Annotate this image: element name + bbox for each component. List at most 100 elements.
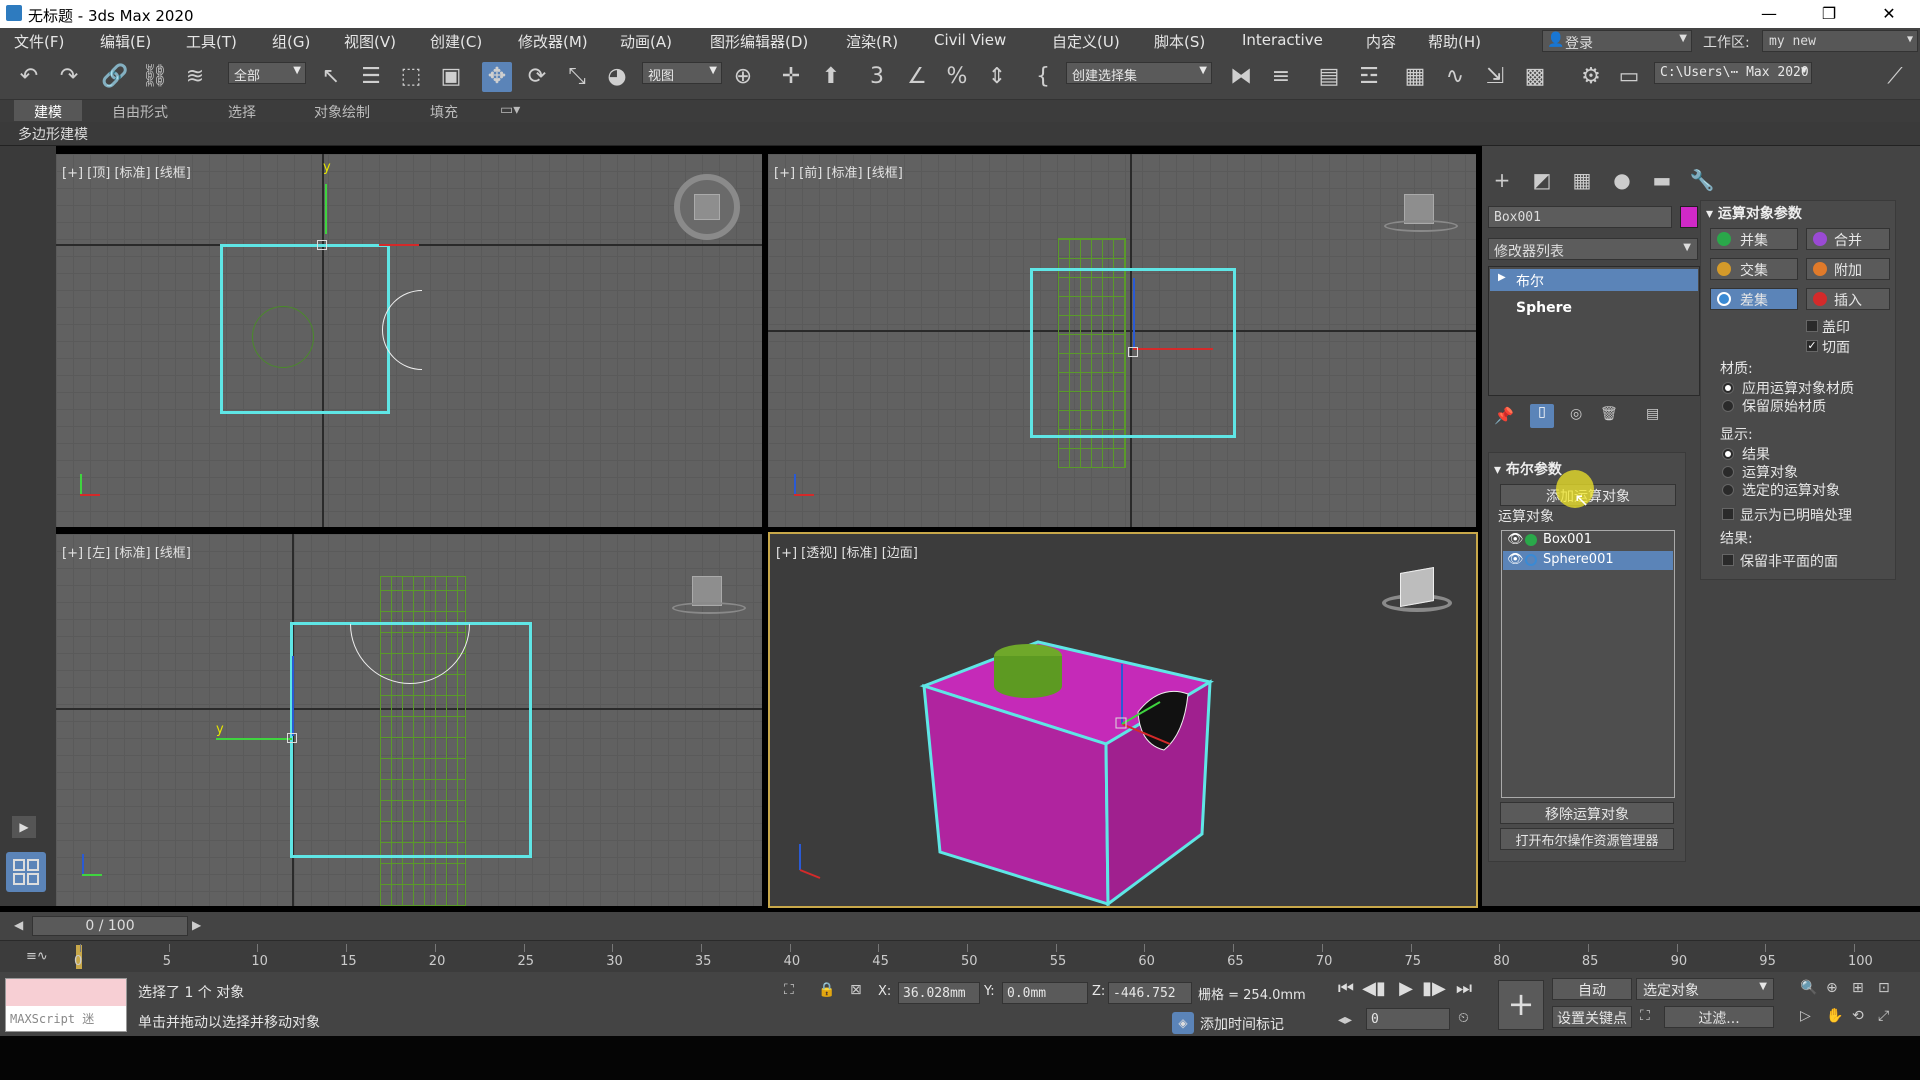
menu-view[interactable]: 视图(V) (344, 31, 396, 52)
intersect-button[interactable]: 交集 (1710, 258, 1798, 280)
show-end-result-icon[interactable]: ▯ (1530, 404, 1554, 428)
link-icon[interactable]: 🔗 (100, 62, 130, 92)
y-coord-field[interactable]: 0.0mm (1002, 982, 1088, 1004)
key-filters-icon[interactable]: ⛶ (1640, 1008, 1650, 1024)
viewport-left-label[interactable]: [+] [左] [标准] [线框] (62, 542, 191, 561)
time-tag-icon[interactable]: ◈ (1172, 1012, 1194, 1034)
menu-modifiers[interactable]: 修改器(M) (518, 31, 588, 52)
undo-icon[interactable]: ↶ (14, 62, 44, 92)
time-config-icon[interactable]: ⏲ (1458, 1010, 1469, 1026)
orbit-icon[interactable]: ⟲ (1852, 1008, 1864, 1024)
login-dropdown[interactable]: 👤 登录 ▼ (1542, 30, 1692, 52)
layer-manager-icon[interactable]: ▤ (1314, 62, 1344, 92)
make-unique-icon[interactable]: ◎ (1570, 406, 1582, 422)
pin-stack-icon[interactable]: 📌 (1494, 406, 1514, 425)
mirror-icon[interactable]: ⧓ (1226, 62, 1256, 92)
maximize-viewport-icon[interactable]: ⤢ (1878, 1008, 1889, 1024)
reference-coord-select[interactable]: 视图 ▼ (642, 62, 722, 84)
display-tab-icon[interactable]: ▬ (1648, 168, 1676, 192)
expand-arrow-icon[interactable]: ▶ (1498, 272, 1506, 283)
operand-params-title[interactable]: ▾ 运算对象参数 (1706, 203, 1802, 223)
operand-item-sphere001[interactable]: 👁 Sphere001 (1503, 551, 1673, 570)
disp-result-radio[interactable] (1722, 448, 1734, 460)
set-key-large-icon[interactable]: + (1498, 980, 1544, 1030)
select-and-move-icon[interactable]: ✥ (482, 62, 512, 92)
rect-selection-icon[interactable]: ⬚ (396, 62, 426, 92)
menu-graph-editors[interactable]: 图形编辑器(D) (710, 31, 808, 52)
operand-item-box001[interactable]: 👁 Box001 (1503, 531, 1673, 550)
motion-tab-icon[interactable]: ● (1608, 168, 1636, 192)
x-coord-field[interactable]: 36.028mm (898, 982, 980, 1004)
render-setup-icon[interactable]: ⚙ (1576, 62, 1606, 92)
close-button[interactable]: ✕ (1866, 2, 1912, 26)
selected-object-select[interactable]: 选定对象 ▼ (1636, 978, 1774, 1000)
expand-play-icon[interactable]: ▶ (12, 816, 36, 838)
select-and-rotate-icon[interactable]: ⟳ (522, 62, 552, 92)
play-icon[interactable]: ▶ (1394, 978, 1418, 999)
eye-icon[interactable]: 👁 (1507, 532, 1524, 547)
zoom-icon[interactable]: 🔍 (1800, 980, 1817, 996)
boolean-params-title[interactable]: ▾ 布尔参数 (1494, 459, 1562, 479)
menu-scripting[interactable]: 脚本(S) (1154, 31, 1205, 52)
render-iterative-icon[interactable]: ⟋ (1880, 62, 1910, 92)
mat-apply-radio[interactable] (1722, 382, 1734, 394)
percent-snap-icon[interactable]: % (942, 62, 972, 92)
prev-frame-icon[interactable]: ◀ (14, 918, 23, 932)
goto-start-icon[interactable]: ⏮ (1334, 978, 1358, 999)
set-key-button[interactable]: 设置关键点 (1552, 1006, 1632, 1028)
current-frame-field[interactable]: 0 (1366, 1008, 1450, 1030)
isolate-icon[interactable]: ⛶ (784, 982, 794, 998)
object-name-field[interactable]: Box001 (1488, 206, 1672, 228)
subtract-button[interactable]: 差集 (1710, 288, 1798, 310)
rendered-frame-icon[interactable]: ▭ (1614, 62, 1644, 92)
disp-selected-radio[interactable] (1722, 484, 1734, 496)
modify-tab-icon[interactable]: ◩ (1528, 168, 1556, 192)
goto-end-icon[interactable]: ⏭ (1452, 978, 1476, 999)
edit-named-sel-icon[interactable]: { (1028, 62, 1058, 92)
layers-icon[interactable]: ☲ (1354, 62, 1384, 92)
ribbon-tab-freeform[interactable]: 自由形式 (112, 102, 168, 122)
zoom-all-icon[interactable]: ⊕ (1826, 980, 1838, 996)
snap-3-icon[interactable]: 3 (862, 62, 892, 92)
viewport-front[interactable]: [+] [前] [标准] [线框] (768, 154, 1476, 527)
menu-edit[interactable]: 编辑(E) (100, 31, 151, 52)
schematic-view-icon[interactable]: ⇲ (1480, 62, 1510, 92)
selection-filter-select[interactable]: 全部 ▼ (228, 62, 306, 84)
menu-customize[interactable]: 自定义(U) (1052, 31, 1120, 52)
ribbon-tab-selection[interactable]: 选择 (228, 102, 256, 122)
z-coord-field[interactable]: -446.752 (1108, 982, 1192, 1004)
stack-item-sphere[interactable]: Sphere (1490, 298, 1698, 320)
remove-operand-button[interactable]: 移除运算对象 (1500, 802, 1674, 824)
ribbon-tab-populate[interactable]: 填充 (430, 102, 458, 122)
menu-interactive[interactable]: Interactive (1242, 31, 1323, 49)
menu-content[interactable]: 内容 (1366, 31, 1396, 52)
lock-icon[interactable]: 🔒 (818, 982, 835, 998)
next-frame-icon[interactable]: ▶ (192, 918, 201, 932)
viewport-top-label[interactable]: [+] [顶] [标准] [线框] (62, 162, 191, 181)
pivot-center-icon[interactable]: ⊕ (728, 62, 758, 92)
open-boolean-explorer-button[interactable]: 打开布尔操作资源管理器 (1500, 828, 1674, 850)
menu-file[interactable]: 文件(F) (14, 31, 64, 52)
project-path-select[interactable]: C:\Users\⋯ Max 2020 ▼ (1654, 62, 1812, 84)
bind-spacewarp-icon[interactable]: ≋ (180, 62, 210, 92)
ribbon-options-icon[interactable]: ▭▾ (500, 102, 520, 118)
field-of-view-icon[interactable]: ▷ (1800, 1008, 1811, 1024)
pan-hand-icon[interactable]: ✋ (1826, 1008, 1843, 1024)
viewport-layout-icon[interactable] (6, 852, 46, 892)
insert-button[interactable]: 插入 (1806, 288, 1890, 310)
menu-group[interactable]: 组(G) (272, 31, 310, 52)
stack-item-boolean[interactable]: ▶ 布尔 (1490, 269, 1698, 291)
merge-button[interactable]: 合并 (1806, 228, 1890, 250)
viewport-left[interactable]: [+] [左] [标准] [线框] y (56, 534, 762, 906)
key-mode-icon[interactable]: ◂▸ (1338, 1012, 1352, 1028)
viewport-perspective[interactable]: [+] [透视] [标准] [边面] (768, 532, 1478, 908)
maxscript-input[interactable]: MAXScript 迷 (6, 1006, 126, 1031)
workspace-select[interactable]: my new ▼ (1762, 30, 1918, 52)
menu-rendering[interactable]: 渲染(R) (846, 31, 898, 52)
auto-key-button[interactable]: 自动 (1552, 978, 1632, 1000)
select-by-name-icon[interactable]: ☰ (356, 62, 386, 92)
eye-icon[interactable]: 👁 (1507, 552, 1524, 567)
remove-modifier-icon[interactable]: 🗑 (1600, 406, 1618, 422)
zoom-extents-all-icon[interactable]: ⊡ (1878, 980, 1890, 996)
filters-button[interactable]: 过滤... (1664, 1006, 1774, 1028)
